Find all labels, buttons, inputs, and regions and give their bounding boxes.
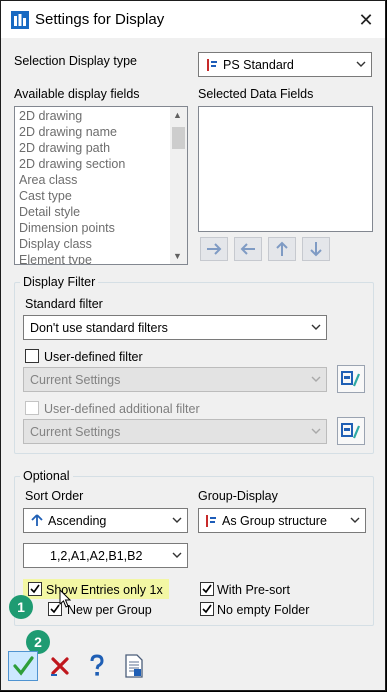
no-empty-folder-label: No empty Folder <box>217 603 310 617</box>
app-icon <box>11 11 29 29</box>
with-presort-label: With Pre-sort <box>217 583 290 597</box>
move-left-button[interactable] <box>234 237 262 261</box>
chevron-down-icon <box>311 376 321 382</box>
move-right-button[interactable] <box>200 237 228 261</box>
list-item[interactable]: Element type <box>19 253 92 264</box>
filter-settings-icon <box>341 423 361 439</box>
list-item[interactable]: Cast type <box>19 189 72 203</box>
sort-sequence-value: 1,2,A1,A2,B1,B2 <box>50 549 143 563</box>
ps-standard-icon <box>207 59 217 71</box>
sort-order-label: Sort Order <box>25 489 84 503</box>
show-entries-only-1x-checkbox[interactable] <box>28 582 42 596</box>
checkmark-icon <box>202 584 212 594</box>
scroll-down-icon[interactable]: ▼ <box>173 251 182 261</box>
close-icon: ✕ <box>358 10 374 30</box>
sort-ascending-icon <box>31 514 43 526</box>
group-display-select[interactable]: As Group structure <box>198 508 366 533</box>
selection-display-type-select[interactable]: PS Standard <box>198 52 372 77</box>
move-down-button[interactable] <box>302 237 330 261</box>
standard-filter-select[interactable]: Don't use standard filters <box>23 315 327 340</box>
chevron-down-icon <box>311 428 321 434</box>
user-defined-filter-settings-button[interactable] <box>337 365 365 393</box>
user-defined-filter-label: User-defined filter <box>44 350 143 364</box>
optional-title: Optional <box>20 469 73 483</box>
selected-fields-list[interactable] <box>198 106 373 232</box>
list-item[interactable]: Detail style <box>19 205 80 219</box>
list-item[interactable]: Area class <box>19 173 77 187</box>
cancel-icon <box>51 657 69 676</box>
move-down-icon <box>310 242 322 257</box>
list-item[interactable]: 2D drawing section <box>19 157 125 171</box>
user-defined-additional-filter-label: User-defined additional filter <box>44 402 200 416</box>
standard-filter-label: Standard filter <box>25 297 103 311</box>
ok-icon <box>13 656 34 676</box>
close-button[interactable]: ✕ <box>351 5 381 35</box>
available-fields-list[interactable]: 2D drawing 2D drawing name 2D drawing pa… <box>14 106 188 265</box>
ok-button[interactable] <box>8 651 38 681</box>
selected-fields-label: Selected Data Fields <box>198 87 314 101</box>
cancel-button[interactable] <box>45 651 75 681</box>
scroll-thumb[interactable] <box>172 127 185 149</box>
standard-filter-value: Don't use standard filters <box>30 321 168 335</box>
document-icon <box>125 654 143 678</box>
checkmark-icon <box>202 604 212 614</box>
new-per-group-label: New per Group <box>67 603 152 617</box>
available-fields-label: Available display fields <box>14 87 140 101</box>
window-title: Settings for Display <box>35 11 165 28</box>
chevron-down-icon <box>311 324 321 330</box>
user-defined-additional-filter-value: Current Settings <box>30 425 121 439</box>
user-defined-filter-select[interactable]: Current Settings <box>23 367 327 392</box>
filter-settings-icon <box>341 371 361 387</box>
chevron-down-icon <box>350 517 360 523</box>
chevron-down-icon <box>172 517 182 523</box>
chevron-down-icon <box>172 552 182 558</box>
settings-dialog: Settings for Display ✕ Selection Display… <box>0 0 386 691</box>
group-display-label: Group-Display <box>198 489 278 503</box>
with-presort-checkbox[interactable] <box>200 582 214 596</box>
move-right-icon <box>207 243 222 255</box>
sort-sequence-select[interactable]: 1,2,A1,A2,B1,B2 <box>23 543 188 568</box>
list-item[interactable]: 2D drawing path <box>19 141 110 155</box>
help-button[interactable] <box>82 651 112 681</box>
help-icon <box>90 654 104 676</box>
selection-display-type-label: Selection Display type <box>14 54 137 68</box>
user-defined-additional-filter-settings-button[interactable] <box>337 417 365 445</box>
list-item[interactable]: Display class <box>19 237 92 251</box>
chevron-down-icon <box>356 61 366 67</box>
display-filter-title: Display Filter <box>20 275 99 289</box>
list-item[interactable]: 2D drawing name <box>19 125 117 139</box>
no-empty-folder-checkbox[interactable] <box>200 602 214 616</box>
document-button[interactable] <box>119 651 149 681</box>
user-defined-additional-filter-checkbox[interactable] <box>25 401 39 415</box>
user-defined-filter-checkbox[interactable] <box>25 349 39 363</box>
move-left-icon <box>240 243 255 255</box>
user-defined-filter-value: Current Settings <box>30 373 121 387</box>
list-scrollbar[interactable]: ▲ ▼ <box>170 107 187 264</box>
group-structure-icon <box>206 515 216 527</box>
move-up-button[interactable] <box>268 237 296 261</box>
sort-order-select[interactable]: Ascending <box>23 508 188 533</box>
mouse-cursor-icon <box>59 589 72 608</box>
scroll-up-icon[interactable]: ▲ <box>173 110 182 120</box>
selection-display-type-value: PS Standard <box>223 58 294 72</box>
list-item[interactable]: 2D drawing <box>19 109 82 123</box>
title-bar: Settings for Display ✕ <box>1 1 385 38</box>
callout-marker-1: 1 <box>9 595 33 619</box>
group-display-value: As Group structure <box>222 514 327 528</box>
user-defined-additional-filter-select[interactable]: Current Settings <box>23 419 327 444</box>
list-item[interactable]: Dimension points <box>19 221 115 235</box>
sort-order-value: Ascending <box>48 514 107 528</box>
checkmark-icon <box>30 584 40 594</box>
move-up-icon <box>276 241 288 256</box>
